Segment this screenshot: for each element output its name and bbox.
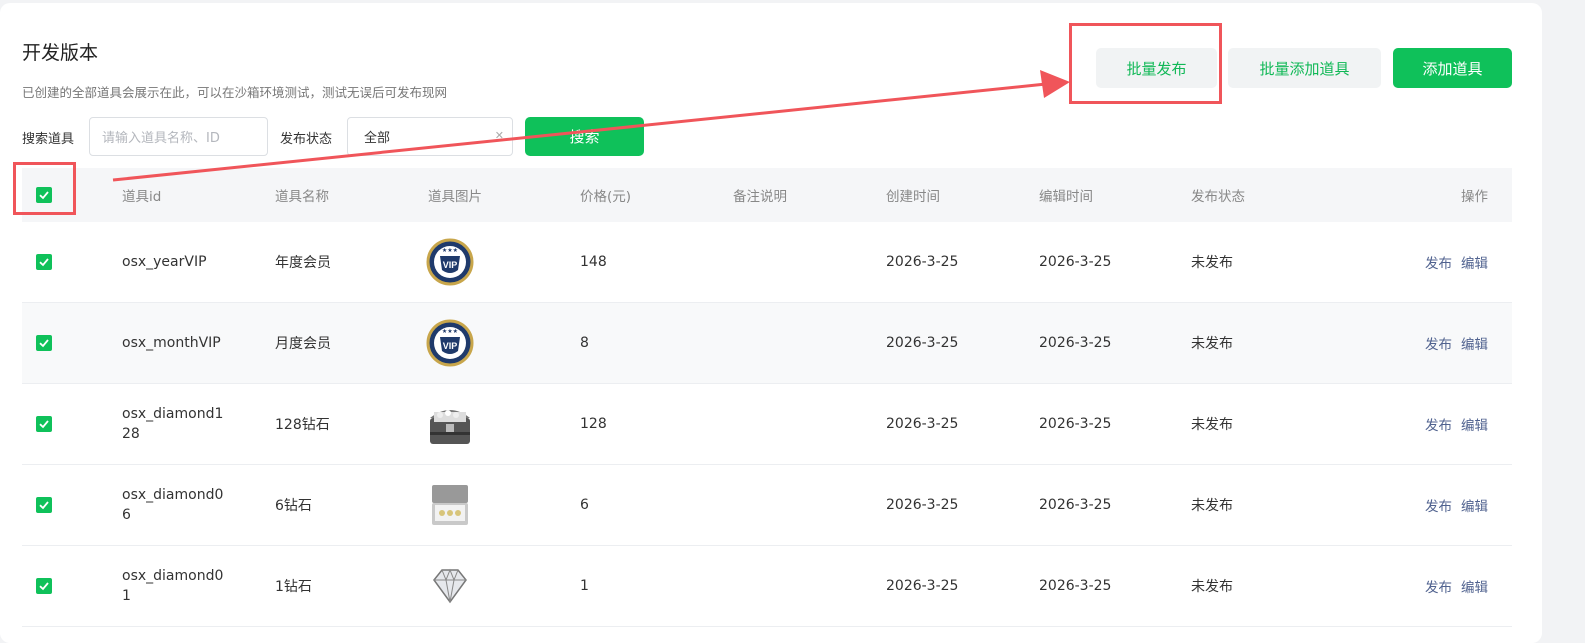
diamond-icon bbox=[433, 568, 467, 604]
check-icon bbox=[39, 339, 49, 348]
select-all-checkbox[interactable] bbox=[36, 187, 52, 203]
check-icon bbox=[39, 258, 49, 267]
item-created: 2026-3-25 bbox=[886, 497, 959, 513]
vip-badge-icon: VIP ★★★ bbox=[426, 319, 474, 367]
publish-link[interactable]: 发布 bbox=[1425, 576, 1452, 596]
edit-link[interactable]: 编辑 bbox=[1461, 414, 1488, 434]
search-input-placeholder: 请输入道具名称、ID bbox=[102, 131, 220, 146]
check-icon bbox=[39, 582, 49, 591]
status-label: 发布状态 bbox=[280, 132, 333, 147]
column-header-actions: 操作 bbox=[1461, 189, 1488, 205]
vip-badge-icon: VIP ★★★ bbox=[426, 238, 474, 286]
item-edited: 2026-3-25 bbox=[1039, 335, 1112, 351]
table-row: osx_diamond01 1钻石 1 2026-3-25 2026-3-25 … bbox=[22, 546, 1512, 627]
item-status: 未发布 bbox=[1191, 417, 1233, 433]
item-status: 未发布 bbox=[1191, 255, 1233, 271]
item-created: 2026-3-25 bbox=[886, 416, 959, 432]
item-price: 128 bbox=[580, 416, 607, 432]
svg-text:VIP: VIP bbox=[443, 260, 458, 270]
item-id: osx_monthVIP bbox=[122, 335, 221, 351]
table-row: osx_diamond06 6钻石 6 2026-3-25 2026-3-25 … bbox=[22, 465, 1512, 546]
items-table: 道具id 道具名称 道具图片 价格(元) 备注说明 创建时间 编辑时间 发布状态… bbox=[22, 168, 1512, 627]
chevron-down-icon: ✕ bbox=[494, 129, 504, 142]
item-edited: 2026-3-25 bbox=[1039, 497, 1112, 513]
item-name: 1钻石 bbox=[275, 579, 312, 595]
item-id: osx_diamond128 bbox=[122, 406, 224, 442]
row-checkbox[interactable] bbox=[36, 335, 52, 351]
item-created: 2026-3-25 bbox=[886, 335, 959, 351]
column-header-name: 道具名称 bbox=[275, 189, 329, 205]
item-edited: 2026-3-25 bbox=[1039, 254, 1112, 270]
search-button[interactable]: 搜索 bbox=[525, 117, 644, 156]
publish-link[interactable]: 发布 bbox=[1425, 414, 1452, 434]
publish-link[interactable]: 发布 bbox=[1425, 495, 1452, 515]
publish-link[interactable]: 发布 bbox=[1425, 252, 1452, 272]
edit-link[interactable]: 编辑 bbox=[1461, 333, 1488, 353]
treasure-chest-icon bbox=[430, 410, 470, 444]
status-select-value: 全部 bbox=[364, 131, 391, 146]
svg-text:★★★: ★★★ bbox=[442, 328, 458, 335]
column-header-created: 创建时间 bbox=[886, 189, 940, 205]
svg-text:VIP: VIP bbox=[443, 341, 458, 351]
row-checkbox[interactable] bbox=[36, 497, 52, 513]
table-row: osx_monthVIP 月度会员 VIP ★★★ 8 2026-3-25 20… bbox=[22, 303, 1512, 384]
edit-link[interactable]: 编辑 bbox=[1461, 252, 1488, 272]
item-price: 148 bbox=[580, 254, 607, 270]
publish-link[interactable]: 发布 bbox=[1425, 333, 1452, 353]
check-icon bbox=[39, 191, 49, 200]
column-header-status: 发布状态 bbox=[1191, 189, 1245, 205]
diamond-box-icon bbox=[432, 485, 468, 525]
search-input[interactable]: 请输入道具名称、ID bbox=[89, 117, 268, 156]
row-checkbox[interactable] bbox=[36, 416, 52, 432]
item-id: osx_yearVIP bbox=[122, 254, 207, 270]
batch-add-items-button[interactable]: 批量添加道具 bbox=[1228, 48, 1381, 88]
column-header-edited: 编辑时间 bbox=[1039, 189, 1093, 205]
svg-text:★★★: ★★★ bbox=[442, 247, 458, 254]
table-header: 道具id 道具名称 道具图片 价格(元) 备注说明 创建时间 编辑时间 发布状态… bbox=[22, 168, 1512, 222]
check-icon bbox=[39, 420, 49, 429]
page-description: 已创建的全部道具会展示在此，可以在沙箱环境测试，测试无误后可发布现网 bbox=[22, 85, 448, 100]
item-id: osx_diamond06 bbox=[122, 487, 224, 523]
item-status: 未发布 bbox=[1191, 579, 1233, 595]
item-created: 2026-3-25 bbox=[886, 254, 959, 270]
item-name: 6钻石 bbox=[275, 498, 312, 514]
column-header-note: 备注说明 bbox=[733, 189, 787, 205]
check-icon bbox=[39, 501, 49, 510]
table-row: osx_yearVIP 年度会员 VIP ★★★ 148 2026-3-25 2… bbox=[22, 222, 1512, 303]
row-checkbox[interactable] bbox=[36, 254, 52, 270]
search-label: 搜索道具 bbox=[22, 132, 75, 147]
item-status: 未发布 bbox=[1191, 336, 1233, 352]
item-price: 1 bbox=[580, 578, 589, 594]
row-checkbox[interactable] bbox=[36, 578, 52, 594]
item-id: osx_diamond01 bbox=[122, 568, 224, 604]
item-name: 年度会员 bbox=[275, 255, 331, 271]
item-edited: 2026-3-25 bbox=[1039, 578, 1112, 594]
table-row: osx_diamond128 128钻石 128 2026-3-25 2026-… bbox=[22, 384, 1512, 465]
column-header-id: 道具id bbox=[122, 189, 162, 205]
item-status: 未发布 bbox=[1191, 498, 1233, 514]
page-title: 开发版本 bbox=[22, 42, 99, 64]
edit-link[interactable]: 编辑 bbox=[1461, 495, 1488, 515]
item-price: 6 bbox=[580, 497, 589, 513]
status-select[interactable]: 全部 ✕ bbox=[347, 117, 513, 156]
column-header-image: 道具图片 bbox=[428, 189, 482, 205]
item-name: 月度会员 bbox=[275, 336, 331, 352]
column-header-price: 价格(元) bbox=[580, 189, 632, 205]
batch-publish-button[interactable]: 批量发布 bbox=[1096, 48, 1217, 88]
item-created: 2026-3-25 bbox=[886, 578, 959, 594]
item-edited: 2026-3-25 bbox=[1039, 416, 1112, 432]
edit-link[interactable]: 编辑 bbox=[1461, 576, 1488, 596]
add-item-button[interactable]: 添加道具 bbox=[1393, 48, 1512, 88]
item-name: 128钻石 bbox=[275, 417, 330, 433]
item-price: 8 bbox=[580, 335, 589, 351]
